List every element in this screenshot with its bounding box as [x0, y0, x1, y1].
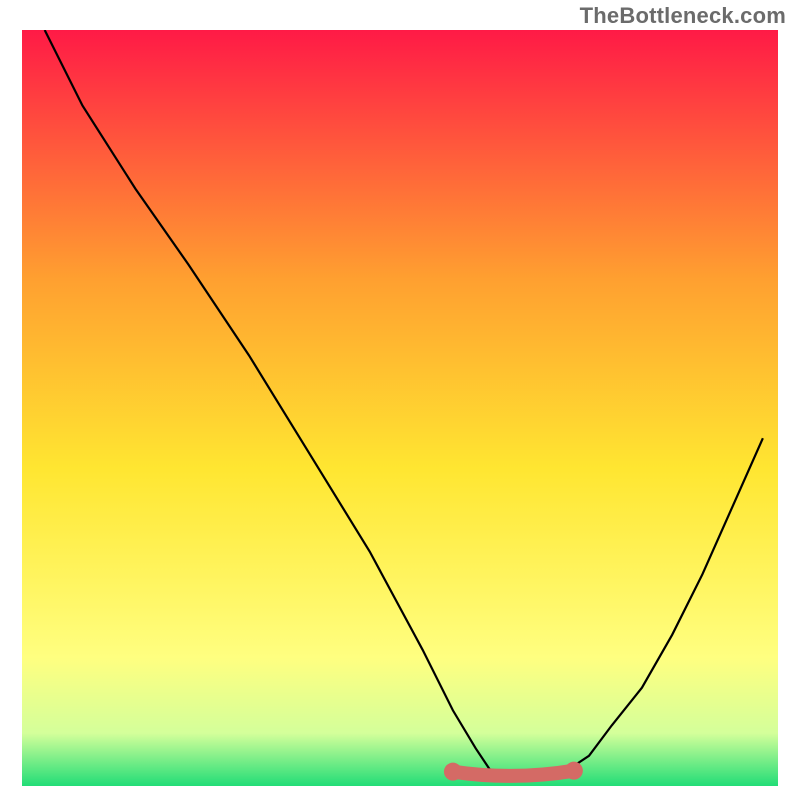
marker-segment [453, 771, 574, 776]
chart-svg [22, 30, 778, 786]
bottleneck-plot [22, 30, 778, 786]
marker-dot-left [444, 763, 462, 781]
watermark-text: TheBottleneck.com [580, 3, 786, 29]
chart-stage: TheBottleneck.com [0, 0, 800, 800]
marker-dot-right [565, 762, 583, 780]
gradient-background [22, 30, 778, 786]
